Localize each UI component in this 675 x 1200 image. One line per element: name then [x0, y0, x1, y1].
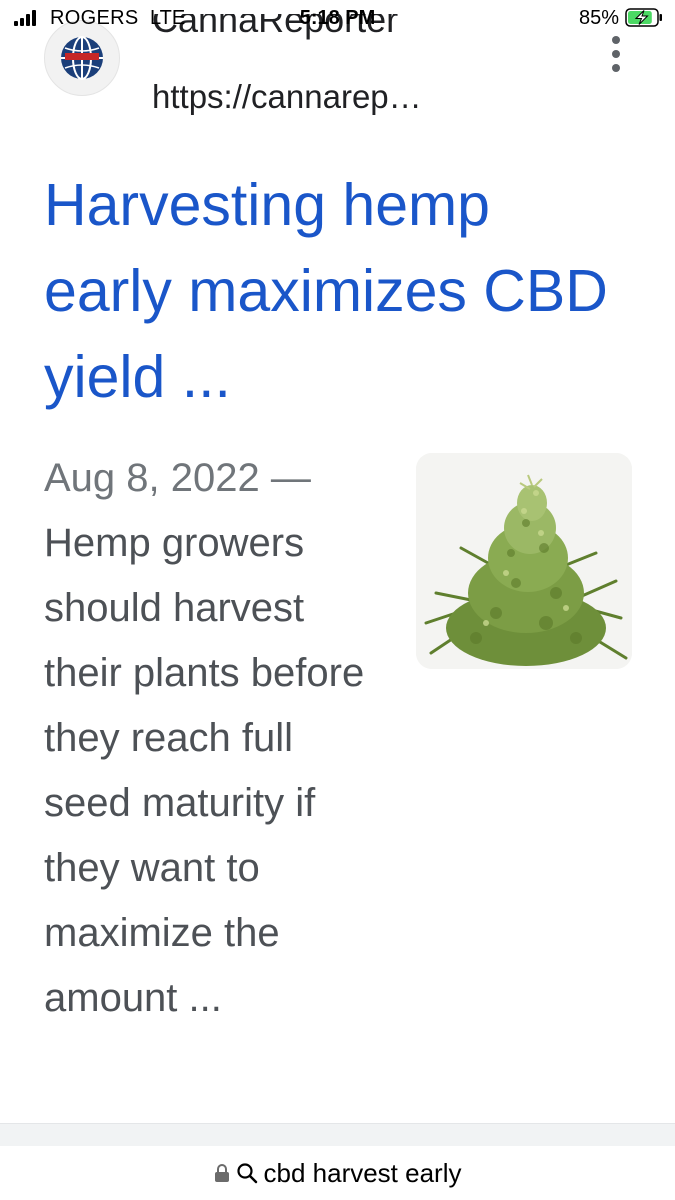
- address-query: cbd harvest early: [263, 1157, 462, 1188]
- lock-icon: [214, 1164, 229, 1182]
- result-url[interactable]: https://cannarep…: [152, 78, 422, 116]
- bottom-divider: [0, 1123, 675, 1146]
- address-bar[interactable]: cbd harvest early: [0, 1146, 675, 1200]
- more-options-icon[interactable]: [606, 36, 626, 72]
- search-icon: [236, 1163, 257, 1184]
- result-thumbnail[interactable]: [416, 453, 632, 669]
- status-bar: ROGERS LTE 5:18 PM 85%: [0, 0, 675, 36]
- hemp-plant-image: [416, 453, 632, 669]
- snippet-text: Hemp growers should harvest their plants…: [44, 521, 365, 1020]
- globe-logo-icon: [61, 36, 103, 80]
- result-title-link[interactable]: Harvesting hemp early maximizes CBD yiel…: [44, 162, 624, 420]
- status-time: 5:18 PM: [299, 7, 376, 29]
- result-date: Aug 8, 2022: [44, 456, 260, 500]
- battery-charging-icon: [625, 8, 662, 27]
- battery-percent: 85%: [578, 7, 619, 29]
- result-snippet: Aug 8, 2022 — Hemp growers should harves…: [44, 446, 374, 1031]
- date-separator: —: [270, 456, 311, 500]
- page: ROGERS LTE 5:18 PM 85% CannaReporter htt…: [0, 0, 675, 1200]
